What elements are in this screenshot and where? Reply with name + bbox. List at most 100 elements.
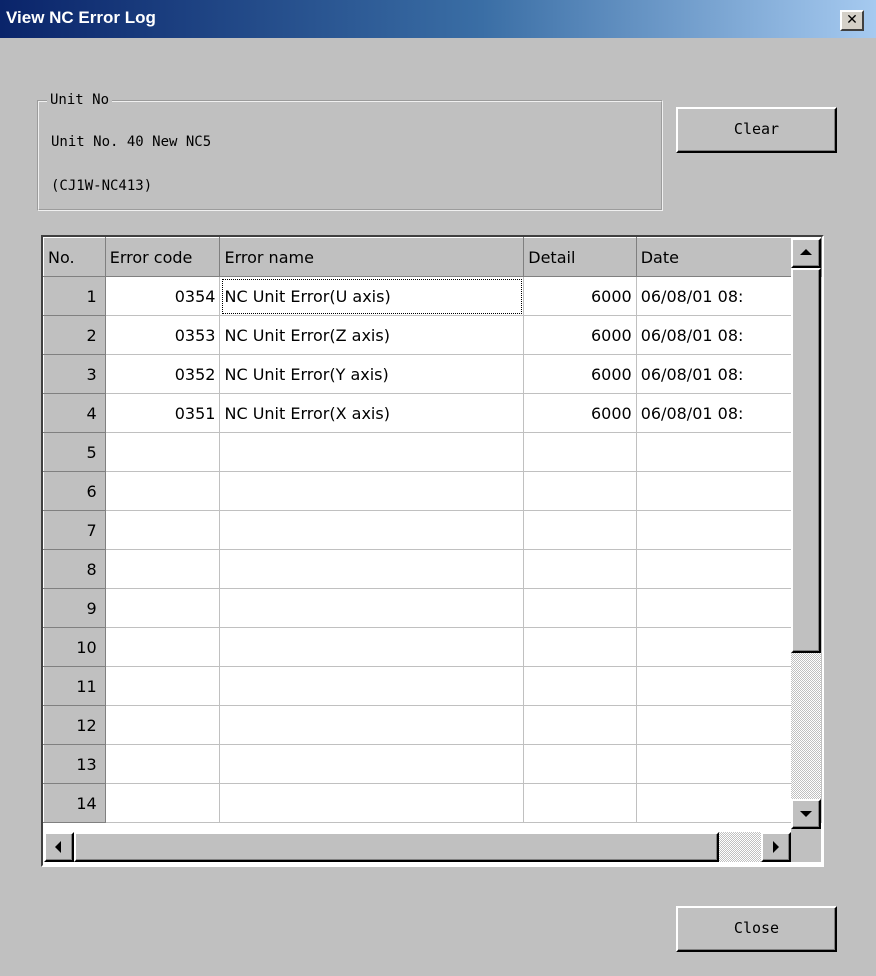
detail-cell[interactable]: 6000 [523, 393, 637, 433]
detail-cell[interactable] [523, 549, 637, 589]
table-row[interactable]: 13 [43, 744, 822, 784]
row-number[interactable]: 1 [43, 276, 106, 316]
unit-name-label: Unit No. 40 New NC5 [51, 134, 212, 150]
error-code-cell[interactable] [105, 705, 221, 745]
title-bar[interactable]: View NC Error Log ✕ [0, 0, 876, 38]
table-row[interactable]: 1 0354 NC Unit Error(U axis) 6000 06/08/01 0… [43, 276, 822, 316]
error-name-cell[interactable]: NC Unit Error(Z axis) [219, 315, 525, 355]
arrow-down-icon [800, 811, 812, 817]
error-code-cell[interactable] [105, 783, 221, 823]
column-header-no[interactable]: No. [43, 237, 106, 277]
error-code-cell[interactable] [105, 666, 221, 706]
error-code-cell[interactable] [105, 510, 221, 550]
detail-cell[interactable] [523, 471, 637, 511]
table-row[interactable]: 9 [43, 588, 822, 628]
row-number[interactable]: 9 [43, 588, 106, 628]
error-name-cell[interactable] [219, 588, 525, 628]
window-title: View NC Error Log [6, 8, 156, 27]
table-row[interactable]: 8 [43, 549, 822, 589]
vertical-scroll-thumb[interactable] [791, 268, 821, 653]
table-row[interactable]: 2 0353 NC Unit Error(Z axis) 6000 06/08/01 0… [43, 315, 822, 355]
column-header-error-name[interactable]: Error name [219, 237, 525, 277]
arrow-up-icon [800, 249, 812, 255]
detail-cell[interactable] [523, 783, 637, 823]
error-code-cell[interactable] [105, 549, 221, 589]
error-code-cell[interactable]: 0353 [105, 315, 221, 355]
scroll-down-button[interactable] [791, 799, 821, 829]
table-row[interactable]: 10 [43, 627, 822, 667]
table-row[interactable]: 11 [43, 666, 822, 706]
unit-model-label: (CJ1W-NC413) [51, 178, 153, 194]
error-name-cell[interactable] [219, 627, 525, 667]
row-number[interactable]: 6 [43, 471, 106, 511]
detail-cell[interactable] [523, 588, 637, 628]
header-row: No. Error code Error name Detail Date [43, 237, 822, 277]
row-number[interactable]: 2 [43, 315, 106, 355]
horizontal-scroll-thumb[interactable] [74, 832, 719, 862]
column-header-detail[interactable]: Detail [523, 237, 637, 277]
error-name-cell[interactable]: NC Unit Error(X axis) [219, 393, 525, 433]
error-name-cell[interactable] [219, 510, 525, 550]
row-number[interactable]: 4 [43, 393, 106, 433]
row-number[interactable]: 3 [43, 354, 106, 394]
nc-error-log-window: View NC Error Log ✕ Unit No Unit No. 40 … [0, 0, 876, 976]
arrow-right-icon [773, 841, 779, 853]
error-name-cell[interactable] [219, 471, 525, 511]
table-row[interactable]: 5 [43, 432, 822, 472]
vertical-scrollbar[interactable] [791, 238, 821, 829]
detail-cell[interactable] [523, 510, 637, 550]
row-number[interactable]: 14 [43, 783, 106, 823]
row-number[interactable]: 13 [43, 744, 106, 784]
close-button[interactable]: Close [676, 906, 837, 952]
scroll-left-button[interactable] [44, 832, 74, 862]
scroll-right-button[interactable] [761, 832, 791, 862]
horizontal-scrollbar[interactable] [44, 832, 791, 862]
table-row[interactable]: 14 [43, 783, 822, 823]
row-number[interactable]: 5 [43, 432, 106, 472]
table-row[interactable]: 6 [43, 471, 822, 511]
error-code-cell[interactable] [105, 744, 221, 784]
detail-cell[interactable] [523, 744, 637, 784]
table-row[interactable]: 3 0352 NC Unit Error(Y axis) 6000 06/08/01 0… [43, 354, 822, 394]
error-name-cell[interactable] [219, 783, 525, 823]
detail-cell[interactable]: 6000 [523, 276, 637, 316]
error-code-cell[interactable] [105, 432, 221, 472]
unit-no-group: Unit No Unit No. 40 New NC5 (CJ1W-NC413) [37, 92, 663, 211]
row-number[interactable]: 11 [43, 666, 106, 706]
error-log-grid[interactable]: No. Error code Error name Detail Date 10… [41, 235, 824, 867]
error-name-cell[interactable]: NC Unit Error(U axis) [219, 276, 525, 316]
detail-cell[interactable]: 6000 [523, 315, 637, 355]
detail-cell[interactable] [523, 705, 637, 745]
error-name-cell[interactable] [219, 432, 525, 472]
error-code-cell[interactable]: 0354 [105, 276, 221, 316]
unit-no-legend: Unit No [47, 92, 113, 108]
error-name-cell[interactable] [219, 549, 525, 589]
scroll-up-button[interactable] [791, 238, 821, 268]
error-name-cell[interactable] [219, 705, 525, 745]
row-number[interactable]: 8 [43, 549, 106, 589]
detail-cell[interactable] [523, 627, 637, 667]
column-header-error-code[interactable]: Error code [104, 237, 221, 277]
detail-cell[interactable] [523, 432, 637, 472]
arrow-left-icon [55, 841, 61, 853]
error-name-cell[interactable]: NC Unit Error(Y axis) [219, 354, 525, 394]
table-row[interactable]: 7 [43, 510, 822, 550]
error-log-table: No. Error code Error name Detail Date 10… [43, 237, 822, 823]
table-row[interactable]: 4 0351 NC Unit Error(X axis) 6000 06/08/01 0… [43, 393, 822, 433]
detail-cell[interactable] [523, 666, 637, 706]
clear-button[interactable]: Clear [676, 107, 837, 153]
error-code-cell[interactable] [105, 471, 221, 511]
error-code-cell[interactable] [105, 588, 221, 628]
error-code-cell[interactable]: 0352 [105, 354, 221, 394]
error-name-cell[interactable] [219, 666, 525, 706]
window-close-icon[interactable]: ✕ [840, 10, 864, 31]
error-code-cell[interactable]: 0351 [105, 393, 221, 433]
error-name-cell[interactable] [219, 744, 525, 784]
detail-cell[interactable]: 6000 [523, 354, 637, 394]
error-code-cell[interactable] [105, 627, 221, 667]
table-row[interactable]: 12 [43, 705, 822, 745]
row-number[interactable]: 12 [43, 705, 106, 745]
row-number[interactable]: 7 [43, 510, 106, 550]
row-number[interactable]: 10 [43, 627, 106, 667]
scrollbar-corner [791, 829, 821, 862]
